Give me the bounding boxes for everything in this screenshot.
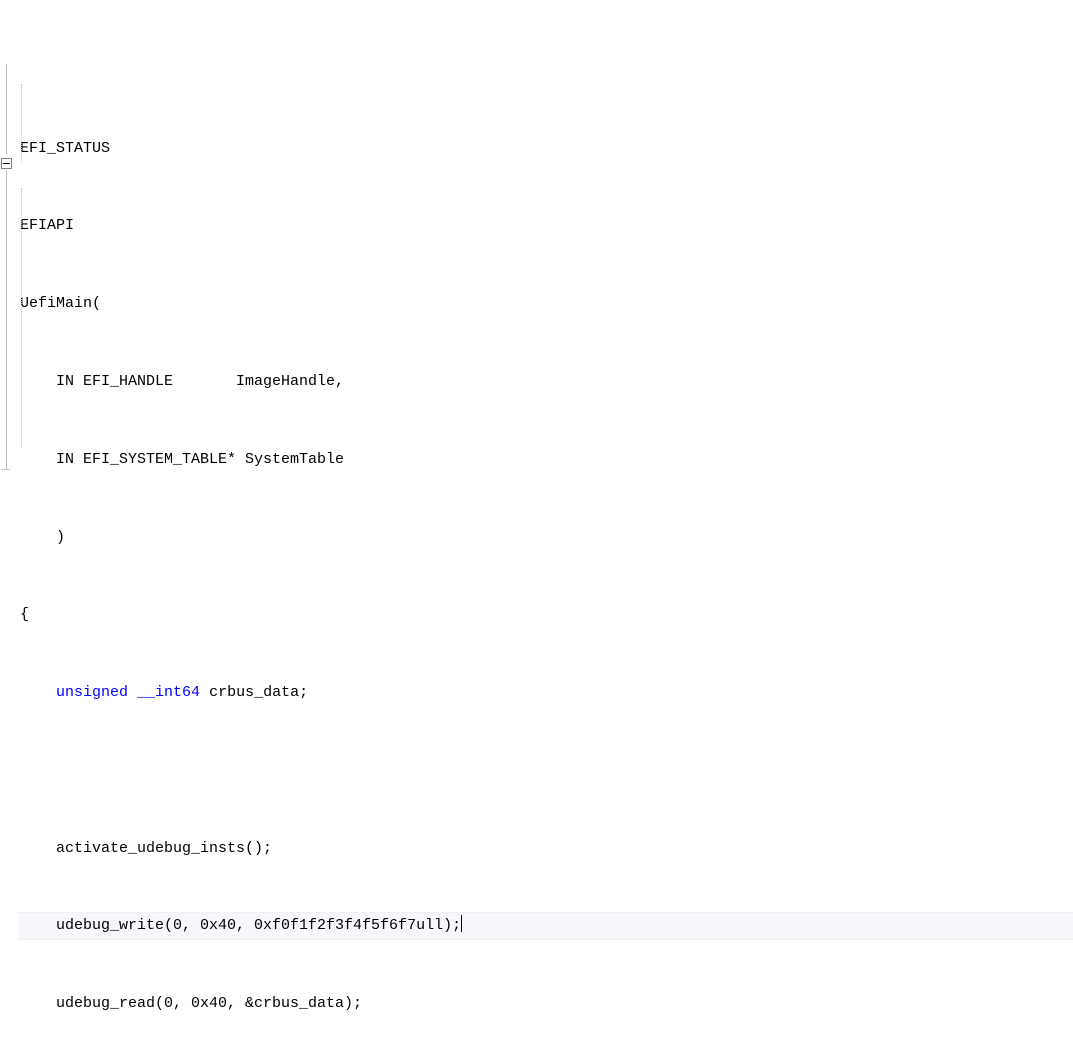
code-text: udebug_read(0, 0x40, &crbus_data); xyxy=(20,995,362,1012)
code-text: ) xyxy=(20,529,65,546)
code-text: IN EFI_SYSTEM_TABLE* SystemTable xyxy=(20,451,344,468)
code-text: EFIAPI xyxy=(20,217,74,234)
code-line: IN EFI_SYSTEM_TABLE* SystemTable xyxy=(18,447,1073,473)
indent-guide xyxy=(21,84,22,162)
code-text: crbus_data; xyxy=(200,684,308,701)
code-line: ) xyxy=(18,525,1073,551)
code-line xyxy=(18,758,1073,784)
code-line-current: udebug_write(0, 0x40, 0xf0f1f2f3f4f5f6f7… xyxy=(18,912,1073,940)
code-text: { xyxy=(20,606,29,623)
fold-collapse-icon[interactable] xyxy=(1,158,12,169)
code-text: EFI_STATUS xyxy=(20,140,110,157)
gutter xyxy=(0,6,18,526)
code-line: activate_udebug_insts(); xyxy=(18,836,1073,862)
keyword: __int64 xyxy=(137,684,200,701)
fold-guide-outer-2 xyxy=(6,170,7,470)
fold-guide-outer xyxy=(6,64,7,154)
text-cursor xyxy=(461,915,462,932)
code-line: { xyxy=(18,602,1073,628)
code-text: udebug_write(0, 0x40, 0xf0f1f2f3f4f5f6f7… xyxy=(20,917,461,934)
code-line: udebug_read(0, 0x40, &crbus_data); xyxy=(18,991,1073,1017)
indent-guide-2 xyxy=(21,188,22,448)
fold-end-tick xyxy=(2,469,10,470)
code-text: IN EFI_HANDLE ImageHandle, xyxy=(20,373,344,390)
keyword: unsigned xyxy=(56,684,128,701)
code-text: UefiMain( xyxy=(20,295,101,312)
code-line: EFI_STATUS xyxy=(18,136,1073,162)
code-line: unsigned __int64 crbus_data; xyxy=(18,680,1073,706)
code-line: EFIAPI xyxy=(18,213,1073,239)
code-editor[interactable]: EFI_STATUS EFIAPI UefiMain( IN EFI_HANDL… xyxy=(0,0,1073,1060)
code-line: UefiMain( xyxy=(18,291,1073,317)
code-text: activate_udebug_insts(); xyxy=(20,840,272,857)
code-text xyxy=(20,684,56,701)
code-area[interactable]: EFI_STATUS EFIAPI UefiMain( IN EFI_HANDL… xyxy=(18,6,1073,1060)
code-line: IN EFI_HANDLE ImageHandle, xyxy=(18,369,1073,395)
code-text xyxy=(128,684,137,701)
